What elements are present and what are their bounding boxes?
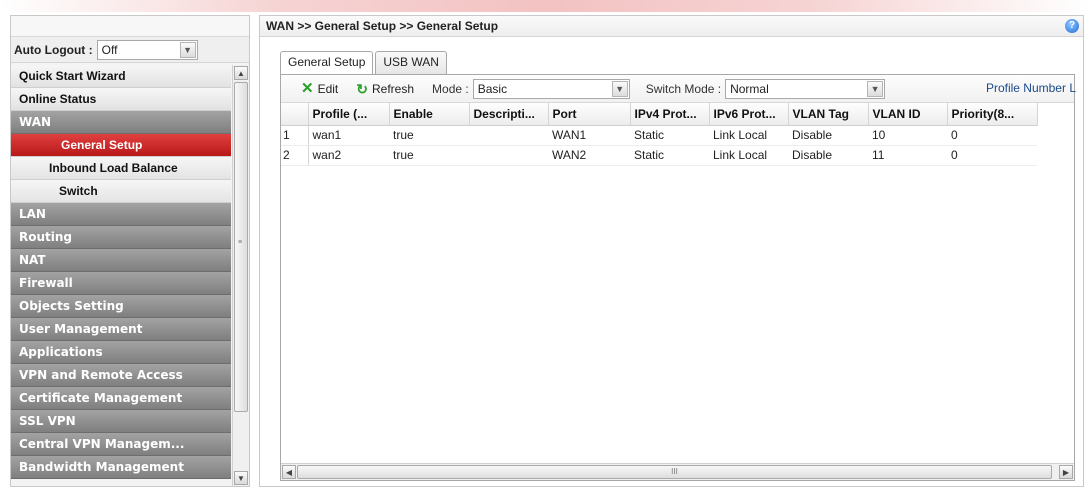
top-highlight [0, 0, 1090, 12]
sidebar-item-firewall[interactable]: Firewall [11, 272, 231, 295]
chevron-down-icon[interactable]: ▼ [611, 80, 628, 97]
breadcrumb: WAN >> General Setup >> General Setup [266, 19, 499, 33]
mode-value: Basic [477, 81, 508, 96]
column-header[interactable]: Profile (... [308, 103, 390, 126]
sidebar-header [11, 16, 249, 37]
sidebar-item-ssl-vpn[interactable]: SSL VPN [11, 410, 231, 433]
auto-logout-select[interactable]: Off ▼ [96, 39, 198, 60]
table-cell: Static [630, 145, 709, 166]
wan-grid-panel: ✕ Edit ↻ Refresh Mode : Basic ▼ Switch M… [280, 74, 1076, 481]
table-cell [469, 145, 548, 166]
table-cell [469, 125, 548, 146]
table-header-row: Profile (... Enable Descripti... Port IPv4 P… [281, 103, 1038, 126]
sidebar-item-nat[interactable]: NAT [11, 249, 231, 272]
scroll-right-icon[interactable]: ▶ [1059, 465, 1073, 479]
table-cell: 11 [868, 145, 947, 166]
wan-profile-table: Profile (... Enable Descripti... Port IPv4 P… [281, 103, 1038, 166]
scroll-up-icon[interactable]: ▲ [234, 66, 248, 80]
scroll-down-icon[interactable]: ▼ [234, 471, 248, 485]
chevron-down-icon[interactable]: ▼ [867, 80, 884, 97]
tab-usb-wan[interactable]: USB WAN [375, 51, 447, 74]
sidebar-item-bandwidth-management[interactable]: Bandwidth Management [11, 456, 231, 479]
sidebar-scrollbar[interactable]: ▲ ≡ ▼ [232, 65, 249, 486]
sidebar-item-applications[interactable]: Applications [11, 341, 231, 364]
sidebar-item-routing[interactable]: Routing [11, 226, 231, 249]
sidebar-item-central-vpn-managem[interactable]: Central VPN Managem... [11, 433, 231, 456]
mode-select[interactable]: Basic ▼ [472, 78, 630, 99]
table-cell: wan1 [308, 125, 389, 146]
sidebar-menu: Quick Start Wizard Online Status WAN Genera… [11, 65, 231, 479]
sidebar-item-inbound-load-balance[interactable]: Inbound Load Balance [11, 157, 231, 180]
auto-logout-value: Off [101, 42, 118, 57]
column-header[interactable]: Port [548, 103, 631, 126]
column-header[interactable]: Priority(8... [947, 103, 1038, 126]
table-cell: Disable [788, 125, 868, 146]
table-cell: Link Local [709, 145, 788, 166]
column-header[interactable]: VLAN Tag [788, 103, 869, 126]
toolbar: ✕ Edit ↻ Refresh Mode : Basic ▼ Switch M… [281, 75, 1076, 103]
edit-label: Edit [317, 81, 339, 96]
auto-logout-label: Auto Logout : [14, 42, 93, 57]
refresh-icon: ↻ [356, 80, 368, 97]
sidebar-item-wan[interactable]: WAN [11, 111, 231, 134]
column-header[interactable] [281, 103, 309, 126]
table-row[interactable]: 2 wan2 true WAN2 Static Link Local Disable 11 0 [281, 145, 1037, 166]
sidebar-item-certificate-management[interactable]: Certificate Management [11, 387, 231, 410]
sidebar-item-objects-setting[interactable]: Objects Setting [11, 295, 231, 318]
table-cell: 10 [868, 125, 947, 146]
table-cell: true [389, 125, 469, 146]
table-cell: true [389, 145, 469, 166]
sidebar-item-switch[interactable]: Switch [11, 180, 231, 203]
table-cell: 1 [281, 125, 309, 146]
table-cell: 2 [281, 145, 309, 166]
refresh-button[interactable]: ↻ Refresh [356, 82, 414, 96]
sidebar-scroll-thumb[interactable]: ≡ [234, 82, 248, 412]
tab-bar: General Setup USB WAN [280, 51, 449, 75]
horizontal-scroll-thumb[interactable]: III [297, 465, 1052, 479]
scroll-left-icon[interactable]: ◀ [282, 465, 296, 479]
sidebar-item-online-status[interactable]: Online Status [11, 88, 231, 111]
sidebar-item-user-management[interactable]: User Management [11, 318, 231, 341]
sidebar-item-general-setup[interactable]: General Setup [11, 134, 231, 157]
sidebar: Auto Logout : Off ▼ Quick Start Wizard On… [10, 15, 250, 487]
main-content: WAN >> General Setup >> General Setup ? … [259, 15, 1084, 487]
column-header[interactable]: IPv4 Prot... [630, 103, 710, 126]
switch-mode-select[interactable]: Normal ▼ [725, 78, 886, 99]
column-header[interactable]: IPv6 Prot... [709, 103, 789, 126]
table-cell: 0 [947, 125, 1037, 146]
table-cell: 0 [947, 145, 1037, 166]
switch-mode-value: Normal [730, 81, 769, 96]
profile-number-link[interactable]: Profile Number L [986, 81, 1076, 95]
chevron-down-icon[interactable]: ▼ [179, 41, 196, 58]
table-cell: wan2 [308, 145, 389, 166]
tab-general-setup[interactable]: General Setup [280, 51, 374, 75]
page-title: WAN >> General Setup >> General Setup ? [260, 16, 1083, 37]
table-row[interactable]: 1 wan1 true WAN1 Static Link Local Disable 10 0 [281, 125, 1037, 146]
sidebar-item-vpn-and-remote-access[interactable]: VPN and Remote Access [11, 364, 231, 387]
auto-logout-bar: Auto Logout : Off ▼ [11, 37, 249, 63]
grip-icon: ≡ [238, 239, 243, 246]
refresh-label: Refresh [372, 81, 415, 96]
help-icon[interactable]: ? [1065, 19, 1079, 33]
mode-label: Mode : [432, 81, 469, 96]
column-header[interactable]: VLAN ID [868, 103, 948, 126]
table-body: 1 wan1 true WAN1 Static Link Local Disable 10 0 2… [281, 125, 1037, 166]
table-cell: Disable [788, 145, 868, 166]
table-cell: Link Local [709, 125, 788, 146]
sidebar-item-quick-start-wizard[interactable]: Quick Start Wizard [11, 65, 231, 88]
table-cell: WAN1 [548, 125, 630, 146]
table-cell: WAN2 [548, 145, 630, 166]
column-header[interactable]: Descripti... [469, 103, 549, 126]
sidebar-item-lan[interactable]: LAN [11, 203, 231, 226]
table-cell: Static [630, 125, 709, 146]
column-header[interactable]: Enable [389, 103, 470, 126]
edit-button[interactable]: ✕ Edit [301, 79, 339, 97]
edit-icon: ✕ [301, 79, 314, 97]
switch-mode-label: Switch Mode : [645, 81, 722, 96]
horizontal-scrollbar[interactable]: ◀ III ▶ [281, 463, 1074, 480]
